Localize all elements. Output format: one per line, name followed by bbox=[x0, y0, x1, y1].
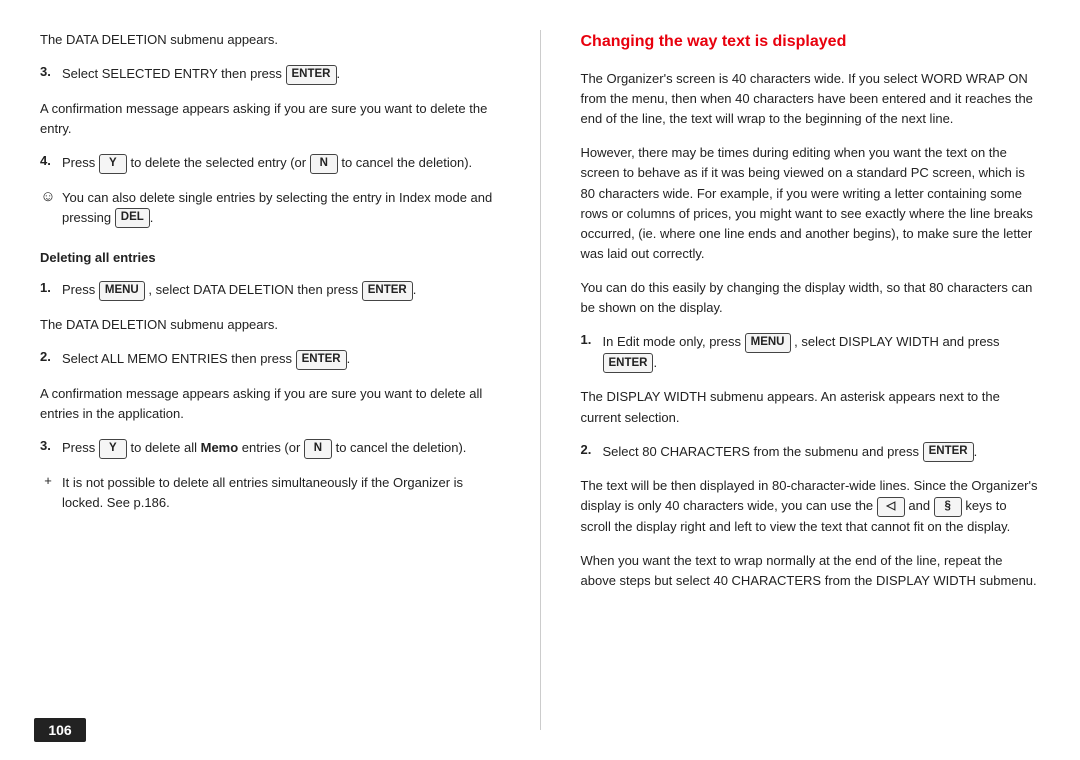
left-step3-text: Select SELECTED ENTRY then press bbox=[62, 66, 282, 81]
left-confirm1: A confirmation message appears asking if… bbox=[40, 99, 500, 139]
sub-step2-text: Select ALL MEMO ENTRIES then press bbox=[62, 351, 292, 366]
sub-step3-before: Press bbox=[62, 440, 95, 455]
sub-step3-num: 3. bbox=[40, 438, 56, 453]
enter-key-3: ENTER bbox=[296, 350, 347, 370]
right-step1-period: . bbox=[653, 355, 657, 370]
y-key-2: Y bbox=[99, 439, 127, 459]
right-step1: 1. In Edit mode only, press MENU , selec… bbox=[581, 332, 1041, 373]
sub-step2-num: 2. bbox=[40, 349, 56, 364]
enter-key-1: ENTER bbox=[286, 65, 337, 85]
right-para1: The Organizer's screen is 40 characters … bbox=[581, 69, 1041, 129]
page-footer: 106 bbox=[0, 718, 120, 742]
left-note-text: It is not possible to delete all entries… bbox=[62, 473, 500, 513]
menu-key-1: MENU bbox=[99, 281, 145, 301]
left-tip-content: You can also delete single entries by se… bbox=[62, 188, 500, 229]
left-step4-num: 4. bbox=[40, 153, 56, 168]
sub-step3: 3. Press Y to delete all Memo entries (o… bbox=[40, 438, 500, 459]
sub-step2-period: . bbox=[347, 351, 351, 366]
tip-icon: ☺ bbox=[40, 188, 56, 205]
right-para5: When you want the text to wrap normally … bbox=[581, 551, 1041, 591]
sub-step1-before: Press bbox=[62, 282, 95, 297]
right-step1-content: In Edit mode only, press MENU , select D… bbox=[603, 332, 1041, 373]
right-para3: You can do this easily by changing the d… bbox=[581, 278, 1041, 318]
sub-step1-middle: , select DATA DELETION then press bbox=[148, 282, 358, 297]
sub-step1-num: 1. bbox=[40, 280, 56, 295]
enter-key-2: ENTER bbox=[362, 281, 413, 301]
sub-step1-content: Press MENU , select DATA DELETION then p… bbox=[62, 280, 500, 301]
right-step1-middle: , select DISPLAY WIDTH and press bbox=[794, 334, 999, 349]
right-para4-mid: and bbox=[908, 498, 930, 513]
sub-step3-end: to cancel the deletion). bbox=[336, 440, 467, 455]
left-step4: 4. Press Y to delete the selected entry … bbox=[40, 153, 500, 174]
left-column: The DATA DELETION submenu appears. 3. Se… bbox=[40, 30, 500, 730]
column-divider bbox=[540, 30, 541, 730]
sub-step3-bold: Memo bbox=[201, 440, 239, 455]
page-number: 106 bbox=[34, 718, 85, 742]
right-para2: However, there may be times during editi… bbox=[581, 143, 1041, 264]
subsection-title: Deleting all entries bbox=[40, 248, 500, 268]
right-para4: The text will be then displayed in 80-ch… bbox=[581, 476, 1041, 537]
right-step2: 2. Select 80 CHARACTERS from the submenu… bbox=[581, 442, 1041, 463]
right-step1-num: 1. bbox=[581, 332, 597, 347]
sub-step2: 2. Select ALL MEMO ENTRIES then press EN… bbox=[40, 349, 500, 370]
left-step3-content: Select SELECTED ENTRY then press ENTER. bbox=[62, 64, 500, 85]
right-step2-content: Select 80 CHARACTERS from the submenu an… bbox=[603, 442, 1041, 463]
right-step1-before: In Edit mode only, press bbox=[603, 334, 742, 349]
section-key: § bbox=[934, 497, 962, 517]
right-step2-num: 2. bbox=[581, 442, 597, 457]
left-step4-after: to cancel the deletion). bbox=[341, 155, 472, 170]
left-step3: 3. Select SELECTED ENTRY then press ENTE… bbox=[40, 64, 500, 85]
sub-step2-content: Select ALL MEMO ENTRIES then press ENTER… bbox=[62, 349, 500, 370]
n-key-1: N bbox=[310, 154, 338, 174]
enter-key-5: ENTER bbox=[923, 442, 974, 462]
y-key-1: Y bbox=[99, 154, 127, 174]
left-step3-num: 3. bbox=[40, 64, 56, 79]
left-arrow-key: ◁ bbox=[877, 497, 905, 517]
plus-sym: + bbox=[40, 473, 56, 488]
left-intro: The DATA DELETION submenu appears. bbox=[40, 30, 500, 50]
left-confirm2: A confirmation message appears asking if… bbox=[40, 384, 500, 424]
display-width-text: The DISPLAY WIDTH submenu appears. An as… bbox=[581, 387, 1041, 427]
n-key-2: N bbox=[304, 439, 332, 459]
sub-step3-after: entries (or bbox=[242, 440, 301, 455]
menu-key-2: MENU bbox=[745, 333, 791, 353]
enter-key-4: ENTER bbox=[603, 353, 654, 373]
right-step2-text: Select 80 CHARACTERS from the submenu an… bbox=[603, 444, 919, 459]
left-tip: ☺ You can also delete single entries by … bbox=[40, 188, 500, 229]
del-key: DEL bbox=[115, 208, 150, 228]
right-step2-period: . bbox=[974, 444, 978, 459]
sub-step3-middle: to delete all bbox=[130, 440, 197, 455]
sub-step1: 1. Press MENU , select DATA DELETION the… bbox=[40, 280, 500, 301]
left-step4-before: Press bbox=[62, 155, 95, 170]
left-step4-middle: to delete the selected entry (or bbox=[130, 155, 306, 170]
left-note: + It is not possible to delete all entri… bbox=[40, 473, 500, 513]
sub-step1-period: . bbox=[413, 282, 417, 297]
right-column: Changing the way text is displayed The O… bbox=[581, 30, 1041, 730]
submenu-appears: The DATA DELETION submenu appears. bbox=[40, 315, 500, 335]
sub-step3-content: Press Y to delete all Memo entries (or N… bbox=[62, 438, 500, 459]
section-title: Changing the way text is displayed bbox=[581, 30, 1041, 55]
left-step4-content: Press Y to delete the selected entry (or… bbox=[62, 153, 500, 174]
